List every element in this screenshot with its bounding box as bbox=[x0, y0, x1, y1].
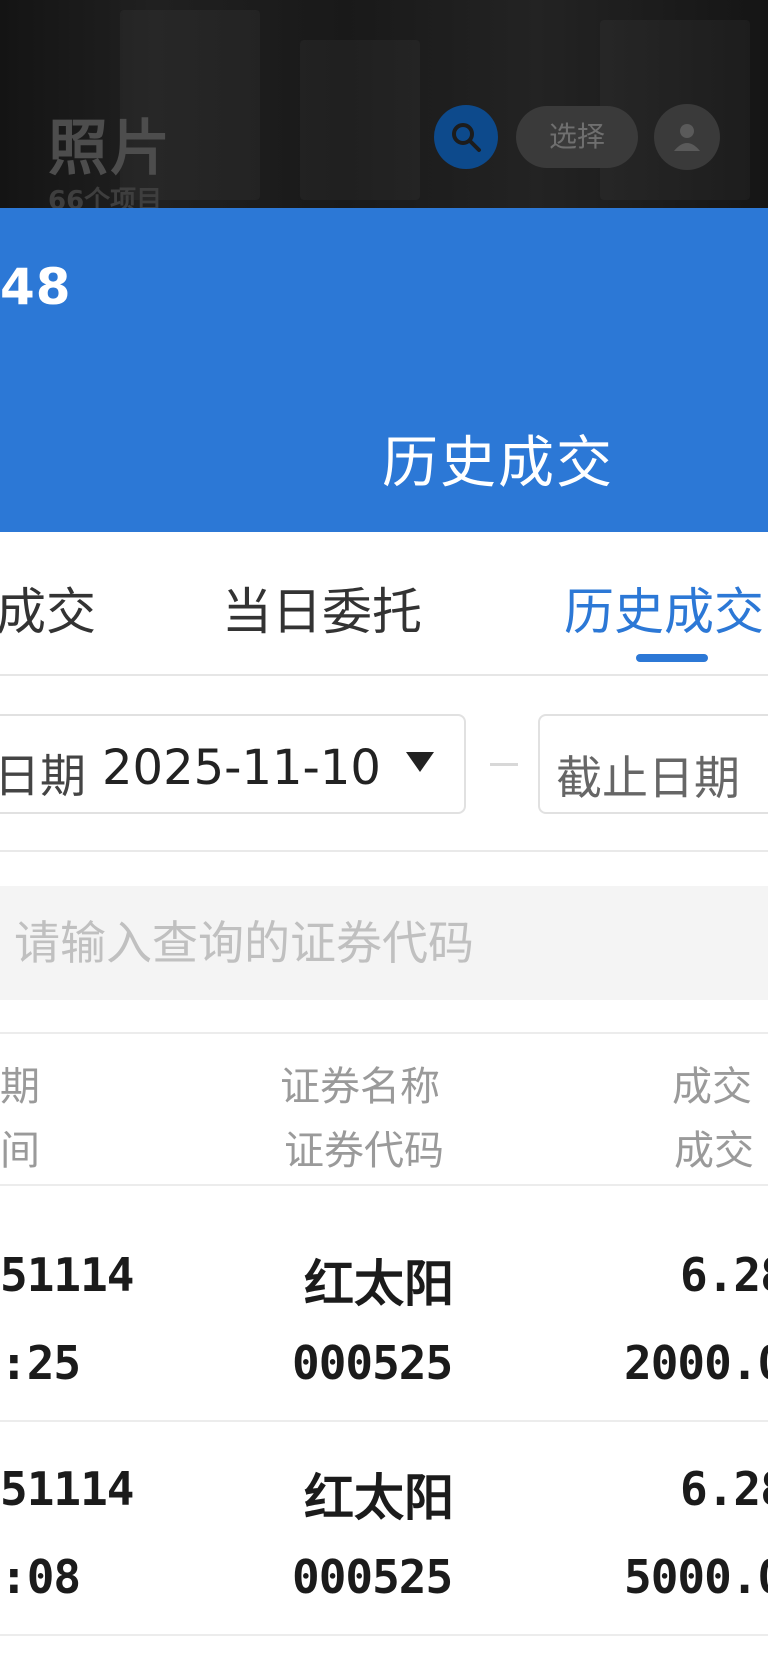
security-code: 000525 bbox=[292, 1550, 453, 1604]
column-header-security-code: 证券代码 bbox=[284, 1128, 444, 1174]
photos-title: 照片 bbox=[48, 114, 172, 184]
table-row[interactable]: 51114 :25 红太阳 000525 6.28 2000.0 bbox=[0, 1208, 768, 1422]
security-code: 000525 bbox=[292, 1336, 453, 1390]
deal-time: :08 bbox=[0, 1550, 81, 1604]
deal-price: 6.28 bbox=[680, 1462, 768, 1516]
deal-price: 6.28 bbox=[680, 1248, 768, 1302]
table-row[interactable]: 51114 :08 红太阳 000525 6.28 5000.0 bbox=[0, 1422, 768, 1636]
security-code-search-input[interactable] bbox=[14, 886, 754, 1000]
active-tab-indicator bbox=[636, 654, 708, 662]
deal-date: 51114 bbox=[0, 1248, 134, 1302]
deal-amount: 5000.0 bbox=[624, 1550, 768, 1604]
deal-amount: 2000.0 bbox=[624, 1336, 768, 1390]
photos-search-button[interactable] bbox=[434, 105, 498, 169]
tab-history-deals[interactable]: 历史成交 bbox=[564, 572, 764, 644]
table-header: 期 间 证券名称 证券代码 成交 成交 bbox=[0, 1034, 768, 1186]
date-filter: 日期 2025-11-10 截止日期 bbox=[0, 676, 768, 852]
deal-date: 51114 bbox=[0, 1462, 134, 1516]
tab-bar: 成交 当日委托 历史成交 bbox=[0, 532, 768, 676]
chevron-down-icon[interactable] bbox=[406, 752, 434, 772]
start-date-label: 日期 bbox=[0, 749, 86, 803]
date-range-separator bbox=[490, 763, 518, 766]
photos-account-button[interactable] bbox=[654, 104, 720, 170]
photos-select-button[interactable]: 选择 bbox=[516, 106, 638, 168]
column-header-deal-price: 成交 bbox=[672, 1064, 752, 1110]
page-title: 历史成交 bbox=[382, 431, 614, 496]
photos-header: 照片 66个项目 选择 bbox=[0, 0, 768, 208]
security-name: 红太阳 bbox=[304, 1255, 454, 1313]
tab-today-orders[interactable]: 当日委托 bbox=[222, 572, 422, 644]
column-header-deal-amount: 成交 bbox=[674, 1128, 754, 1174]
column-header-date: 期 bbox=[0, 1064, 40, 1110]
account-number: 48 bbox=[0, 258, 72, 316]
security-name: 红太阳 bbox=[304, 1469, 454, 1527]
end-date-placeholder[interactable]: 截止日期 bbox=[556, 742, 740, 808]
column-header-security-name: 证券名称 bbox=[280, 1064, 440, 1110]
search-section bbox=[0, 852, 768, 1034]
search-icon bbox=[452, 123, 481, 152]
column-header-time: 间 bbox=[0, 1128, 40, 1174]
photos-item-count: 66个项目 bbox=[48, 186, 163, 208]
tab-deals[interactable]: 成交 bbox=[0, 572, 96, 644]
start-date-value[interactable]: 2025-11-10 bbox=[102, 740, 381, 796]
deal-time: :25 bbox=[0, 1336, 81, 1390]
photo-thumbnail bbox=[300, 40, 420, 200]
user-icon bbox=[674, 124, 700, 151]
